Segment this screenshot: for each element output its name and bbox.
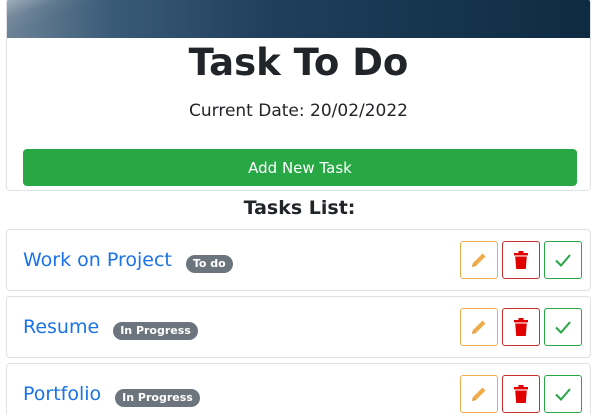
task-row: Portfolio In Progress: [6, 363, 591, 414]
edit-task-button[interactable]: [460, 241, 498, 279]
task-app: Task To Do Current Date: 20/02/2022 Add …: [0, 0, 599, 414]
page-title: Task To Do: [188, 41, 409, 84]
delete-task-button[interactable]: [502, 375, 540, 413]
task-actions: [460, 375, 582, 413]
pencil-icon: [469, 317, 489, 337]
delete-task-button[interactable]: [502, 241, 540, 279]
current-date: Current Date: 20/02/2022: [189, 101, 408, 121]
trash-icon: [512, 384, 530, 404]
edit-task-button[interactable]: [460, 308, 498, 346]
task-name-link[interactable]: Work on Project To do: [23, 247, 233, 273]
status-badge: In Progress: [113, 321, 198, 340]
complete-task-button[interactable]: [544, 308, 582, 346]
complete-task-button[interactable]: [544, 241, 582, 279]
trash-icon: [512, 250, 530, 270]
header-banner-image: [7, 0, 590, 38]
pencil-icon: [469, 250, 489, 270]
task-name-link[interactable]: Resume In Progress: [23, 314, 198, 340]
task-name: Resume: [23, 316, 100, 338]
task-row: Resume In Progress: [6, 296, 591, 358]
trash-icon: [512, 317, 530, 337]
tasks-list-heading: Tasks List:: [243, 197, 356, 219]
task-actions: [460, 241, 582, 279]
task-row: Work on Project To do: [6, 229, 591, 291]
task-name: Work on Project: [23, 249, 172, 271]
check-icon: [553, 317, 573, 337]
status-badge: In Progress: [115, 388, 200, 407]
pencil-icon: [469, 384, 489, 404]
check-icon: [553, 384, 573, 404]
delete-task-button[interactable]: [502, 308, 540, 346]
check-icon: [553, 250, 573, 270]
edit-task-button[interactable]: [460, 375, 498, 413]
status-badge: To do: [185, 254, 233, 273]
complete-task-button[interactable]: [544, 375, 582, 413]
header-card: Task To Do Current Date: 20/02/2022 Add …: [6, 0, 591, 191]
task-actions: [460, 308, 582, 346]
task-name-link[interactable]: Portfolio In Progress: [23, 381, 200, 407]
add-new-task-button[interactable]: Add New Task: [23, 149, 577, 186]
task-name: Portfolio: [23, 383, 102, 405]
